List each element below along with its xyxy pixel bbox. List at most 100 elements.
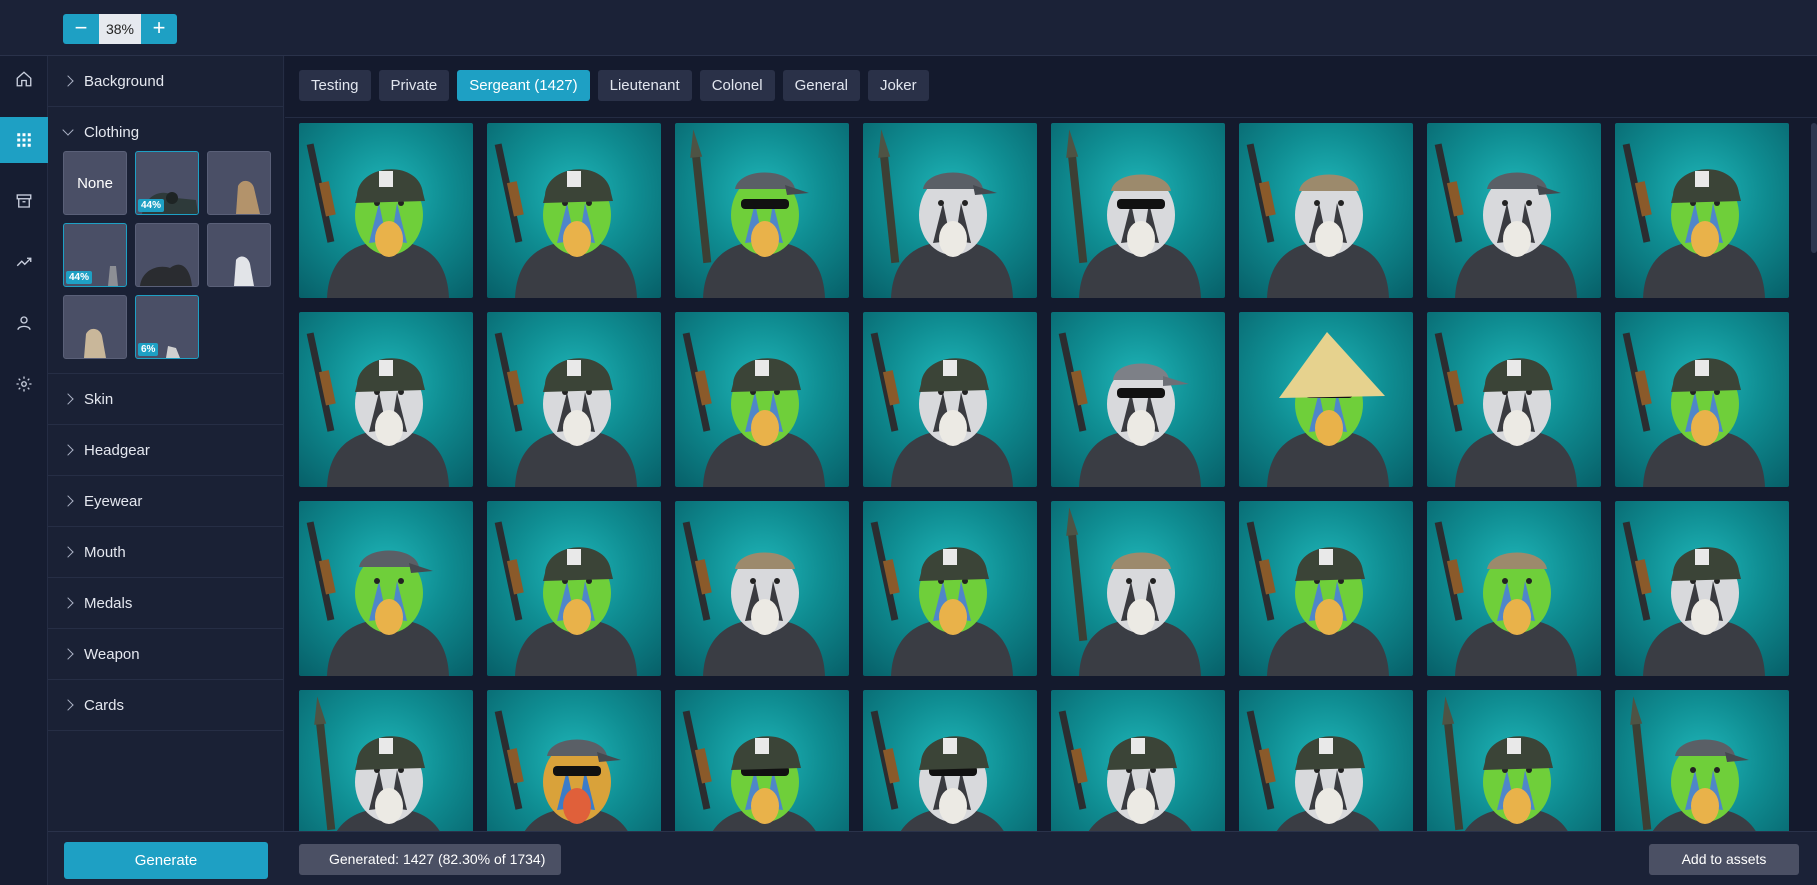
avatar-image [494, 143, 637, 298]
section-label: Headgear [84, 441, 150, 459]
option-thumb[interactable] [135, 223, 199, 287]
avatar-image [870, 521, 1013, 676]
section-header-background[interactable]: Background [48, 56, 283, 106]
nav-profile[interactable] [0, 300, 48, 346]
section-header-mouth[interactable]: Mouth [48, 527, 283, 577]
option-thumb[interactable] [207, 223, 271, 287]
zoom-in-button[interactable]: + [141, 14, 177, 44]
avatar-preview-card[interactable] [1051, 123, 1225, 298]
section-headgear: Headgear [48, 425, 283, 476]
avatar-preview-card[interactable] [1427, 312, 1601, 487]
avatar-preview-card[interactable] [299, 690, 473, 831]
option-thumb[interactable]: 44% [63, 223, 127, 287]
avatar-preview-card[interactable] [487, 501, 661, 676]
avatar-preview-card[interactable] [1239, 123, 1413, 298]
section-skin: Skin [48, 374, 283, 425]
avatar-preview-card[interactable] [675, 123, 849, 298]
avatar-preview-card[interactable] [1615, 312, 1789, 487]
avatar-preview-card[interactable] [1427, 501, 1601, 676]
add-to-assets-button[interactable]: Add to assets [1649, 844, 1799, 875]
avatar-image [1630, 696, 1756, 831]
avatar-preview-card[interactable] [1427, 690, 1601, 831]
avatar-preview-card[interactable] [1615, 690, 1789, 831]
nav-generator[interactable] [0, 117, 48, 163]
avatar-image [682, 332, 825, 487]
section-header-medals[interactable]: Medals [48, 578, 283, 628]
avatar-image [878, 129, 1013, 298]
option-thumb[interactable] [207, 151, 271, 215]
avatar-preview-card[interactable] [863, 501, 1037, 676]
avatar-preview-card[interactable] [863, 123, 1037, 298]
zoom-level: 38% [99, 14, 141, 44]
preview-grid [299, 123, 1789, 831]
tab-general[interactable]: General [782, 70, 860, 101]
avatar-preview-card[interactable] [487, 690, 661, 831]
avatar-image [306, 143, 449, 298]
nav-archive[interactable] [0, 178, 48, 224]
section-header-cards[interactable]: Cards [48, 680, 283, 730]
section-header-eyewear[interactable]: Eyewear [48, 476, 283, 526]
avatar-preview-card[interactable] [1239, 312, 1413, 487]
section-header-skin[interactable]: Skin [48, 374, 283, 424]
scrollbar[interactable] [1811, 123, 1817, 253]
avatar-image [1622, 521, 1765, 676]
section-label: Mouth [84, 543, 126, 561]
avatar-image [314, 696, 440, 831]
chevron-right-icon [62, 495, 74, 507]
section-header-headgear[interactable]: Headgear [48, 425, 283, 475]
avatar-preview-card[interactable] [1051, 312, 1225, 487]
tab-private[interactable]: Private [378, 70, 450, 101]
chevron-right-icon [62, 393, 74, 405]
avatar-preview-card[interactable] [1427, 123, 1601, 298]
avatar-preview-card[interactable] [299, 312, 473, 487]
avatar-image [870, 332, 1013, 487]
clothing-options: None 44% 44% 6% [48, 151, 283, 373]
section-header-clothing[interactable]: Clothing [48, 107, 283, 157]
avatar-preview-card[interactable] [1239, 501, 1413, 676]
option-thumb[interactable]: 44% [135, 151, 199, 215]
avatar-preview-card[interactable] [299, 501, 473, 676]
app-window: − 38% + Background Clothing None 44% 44%… [0, 0, 1817, 885]
tab-lieutenant[interactable]: Lieutenant [597, 70, 692, 101]
avatar-image [1434, 143, 1577, 298]
avatar-preview-card[interactable] [1615, 123, 1789, 298]
option-none[interactable]: None [63, 151, 127, 215]
preview-area: Testing Private Sergeant (1427) Lieutenant C… [285, 56, 1817, 831]
avatar-preview-card[interactable] [1051, 690, 1225, 831]
tab-joker[interactable]: Joker [867, 70, 929, 101]
generation-status: Generated: 1427 (82.30% of 1734) [299, 844, 562, 875]
option-thumb[interactable]: 6% [135, 295, 199, 359]
tab-sergeant-1427[interactable]: Sergeant (1427) [457, 70, 590, 101]
section-header-weapon[interactable]: Weapon [48, 629, 283, 679]
tab-colonel[interactable]: Colonel [699, 70, 775, 101]
nav-stats[interactable] [0, 239, 48, 285]
avatar-preview-card[interactable] [675, 312, 849, 487]
option-thumb[interactable] [63, 295, 127, 359]
generate-button[interactable]: Generate [64, 842, 268, 879]
zoom-out-button[interactable]: − [63, 14, 99, 44]
section-mouth: Mouth [48, 527, 283, 578]
chevron-down-icon [62, 124, 74, 136]
avatar-preview-card[interactable] [1239, 690, 1413, 831]
chart-icon [16, 257, 32, 267]
avatar-preview-card[interactable] [675, 690, 849, 831]
tab-testing[interactable]: Testing [299, 70, 371, 101]
section-background: Background [48, 56, 283, 107]
avatar-preview-card[interactable] [863, 690, 1037, 831]
avatar-image [494, 521, 637, 676]
avatar-image [494, 332, 637, 487]
section-cards: Cards [48, 680, 283, 731]
avatar-preview-card[interactable] [487, 123, 661, 298]
avatar-preview-card[interactable] [1615, 501, 1789, 676]
avatar-preview-card[interactable] [675, 501, 849, 676]
avatar-preview-card[interactable] [1051, 501, 1225, 676]
nav-home[interactable] [0, 56, 48, 102]
gear-icon [16, 376, 32, 392]
nav-settings[interactable] [0, 361, 48, 407]
avatar-image [1246, 143, 1389, 298]
section-label: Medals [84, 594, 133, 612]
avatar-preview-card[interactable] [299, 123, 473, 298]
avatar-preview-card[interactable] [863, 312, 1037, 487]
avatar-preview-card[interactable] [487, 312, 661, 487]
section-label: Clothing [84, 123, 140, 141]
